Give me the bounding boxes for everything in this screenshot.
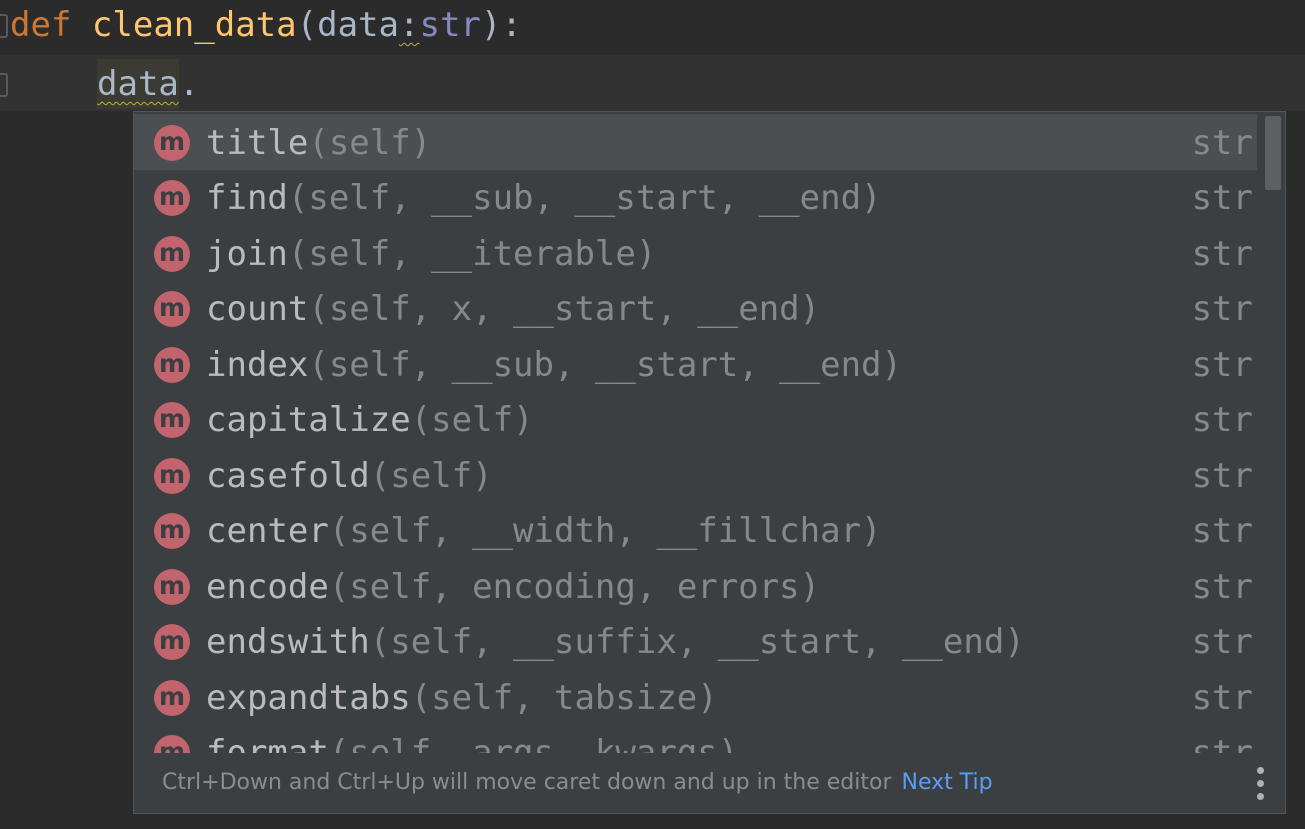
method-icon: m xyxy=(154,180,190,216)
next-tip-link[interactable]: Next Tip xyxy=(902,770,993,795)
completion-item-label: join(self, __iterable) xyxy=(206,225,656,283)
method-signature: (self) xyxy=(308,123,432,163)
completion-item-label: expandtabs(self, tabsize) xyxy=(206,669,718,727)
method-icon: m xyxy=(154,291,190,327)
completion-item-label: format(self, args, kwargs) xyxy=(206,724,738,753)
vertical-ellipsis-icon[interactable] xyxy=(1255,767,1265,801)
fold-marker-icon[interactable] xyxy=(0,73,8,97)
completion-item-find[interactable]: m find(self, __sub, __start, __end) str xyxy=(134,169,1257,225)
method-icon: m xyxy=(154,569,190,605)
fold-marker-icon[interactable] xyxy=(0,14,8,38)
method-signature: (self, args, kwargs) xyxy=(328,733,739,753)
method-name: endswith xyxy=(206,622,370,662)
completion-item-expandtabs[interactable]: m expandtabs(self, tabsize) str xyxy=(134,669,1257,725)
completion-item-title[interactable]: m title(self) str xyxy=(134,114,1257,170)
method-signature: (self, encoding, errors) xyxy=(328,567,821,607)
completion-item-encode[interactable]: m encode(self, encoding, errors) str xyxy=(134,558,1257,614)
method-signature: (self) xyxy=(369,456,493,496)
method-icon: m xyxy=(154,513,190,549)
method-icon: m xyxy=(154,624,190,660)
code-line-2[interactable]: data. xyxy=(0,55,1305,111)
completion-item-label: encode(self, encoding, errors) xyxy=(206,558,820,616)
method-name: count xyxy=(206,289,309,329)
method-signature: (self, tabsize) xyxy=(410,678,718,718)
return-type: str xyxy=(1191,234,1253,274)
scrollbar-thumb[interactable] xyxy=(1265,116,1281,190)
completion-item-label: count(self, x, __start, __end) xyxy=(206,280,820,338)
function-name: clean_data xyxy=(91,5,297,45)
return-type: str xyxy=(1191,567,1253,607)
completion-item-label: endswith(self, __suffix, __start, __end) xyxy=(206,613,1025,671)
dot: . xyxy=(178,64,200,104)
method-name: center xyxy=(206,511,329,551)
completion-item-capitalize[interactable]: m capitalize(self) str xyxy=(134,391,1257,447)
identifier-data: data xyxy=(97,59,179,109)
method-name: capitalize xyxy=(206,400,411,440)
return-type: str xyxy=(1191,622,1253,662)
return-type: str xyxy=(1191,678,1253,718)
tip-text: Ctrl+Down and Ctrl+Up will move caret do… xyxy=(162,753,993,813)
method-name: encode xyxy=(206,567,329,607)
method-icon: m xyxy=(154,458,190,494)
completion-popup[interactable]: m title(self) str m find(self, __sub, __… xyxy=(133,111,1286,814)
method-signature: (self, __sub, __start, __end) xyxy=(287,178,882,218)
completion-item-center[interactable]: m center(self, __width, __fillchar) str xyxy=(134,502,1257,558)
return-type: str xyxy=(1191,400,1253,440)
type-hint: str xyxy=(419,5,481,45)
method-signature: (self) xyxy=(410,400,534,440)
method-icon: m xyxy=(154,402,190,438)
method-icon: m xyxy=(154,735,190,753)
method-signature: (self, x, __start, __end) xyxy=(308,289,821,329)
completion-item-count[interactable]: m count(self, x, __start, __end) str xyxy=(134,280,1257,336)
return-type: str xyxy=(1191,511,1253,551)
completion-item-label: center(self, __width, __fillchar) xyxy=(206,502,882,560)
method-icon: m xyxy=(154,236,190,272)
method-name: expandtabs xyxy=(206,678,411,718)
completion-item-label: casefold(self) xyxy=(206,447,493,505)
method-signature: (self, __sub, __start, __end) xyxy=(308,345,902,385)
completion-scrollbar[interactable] xyxy=(1261,114,1283,751)
return-type: str xyxy=(1191,123,1253,163)
method-name: index xyxy=(206,345,309,385)
completion-item-format[interactable]: m format(self, args, kwargs) str xyxy=(134,724,1257,753)
return-type: str xyxy=(1191,733,1253,753)
method-name: find xyxy=(206,178,288,218)
close-paren-colon: ): xyxy=(480,5,522,45)
param-name: data xyxy=(317,5,399,45)
method-icon: m xyxy=(154,680,190,716)
method-icon: m xyxy=(154,125,190,161)
return-type: str xyxy=(1191,289,1253,329)
method-name: join xyxy=(206,234,288,274)
completion-item-label: index(self, __sub, __start, __end) xyxy=(206,336,902,394)
completion-item-label: find(self, __sub, __start, __end) xyxy=(206,169,882,227)
method-name: format xyxy=(206,733,329,753)
completion-footer: Ctrl+Down and Ctrl+Up will move caret do… xyxy=(134,753,1285,813)
method-signature: (self, __width, __fillchar) xyxy=(328,511,882,551)
return-type: str xyxy=(1191,456,1253,496)
open-paren: ( xyxy=(296,5,318,45)
return-type: str xyxy=(1191,178,1253,218)
method-signature: (self, __iterable) xyxy=(287,234,657,274)
completion-item-label: capitalize(self) xyxy=(206,391,534,449)
code-line-1[interactable]: def clean_data(data:str): xyxy=(0,0,1305,56)
type-colon: : xyxy=(398,5,420,45)
code-text-2: data. xyxy=(97,59,199,109)
completion-item-join[interactable]: m join(self, __iterable) str xyxy=(134,225,1257,281)
keyword-def: def xyxy=(10,5,72,45)
method-signature: (self, __suffix, __start, __end) xyxy=(369,622,1025,662)
completion-item-index[interactable]: m index(self, __sub, __start, __end) str xyxy=(134,336,1257,392)
code-text-1: def clean_data(data:str): xyxy=(10,0,522,50)
completion-item-casefold[interactable]: m casefold(self) str xyxy=(134,447,1257,503)
completion-list[interactable]: m title(self) str m find(self, __sub, __… xyxy=(134,112,1257,753)
method-icon: m xyxy=(154,347,190,383)
tip-message: Ctrl+Down and Ctrl+Up will move caret do… xyxy=(162,770,892,795)
return-type: str xyxy=(1191,345,1253,385)
method-name: casefold xyxy=(206,456,370,496)
code-editor[interactable]: def clean_data(data:str): data. m title(… xyxy=(0,0,1305,829)
method-name: title xyxy=(206,123,309,163)
completion-item-label: title(self) xyxy=(206,114,431,172)
completion-item-endswith[interactable]: m endswith(self, __suffix, __start, __en… xyxy=(134,613,1257,669)
